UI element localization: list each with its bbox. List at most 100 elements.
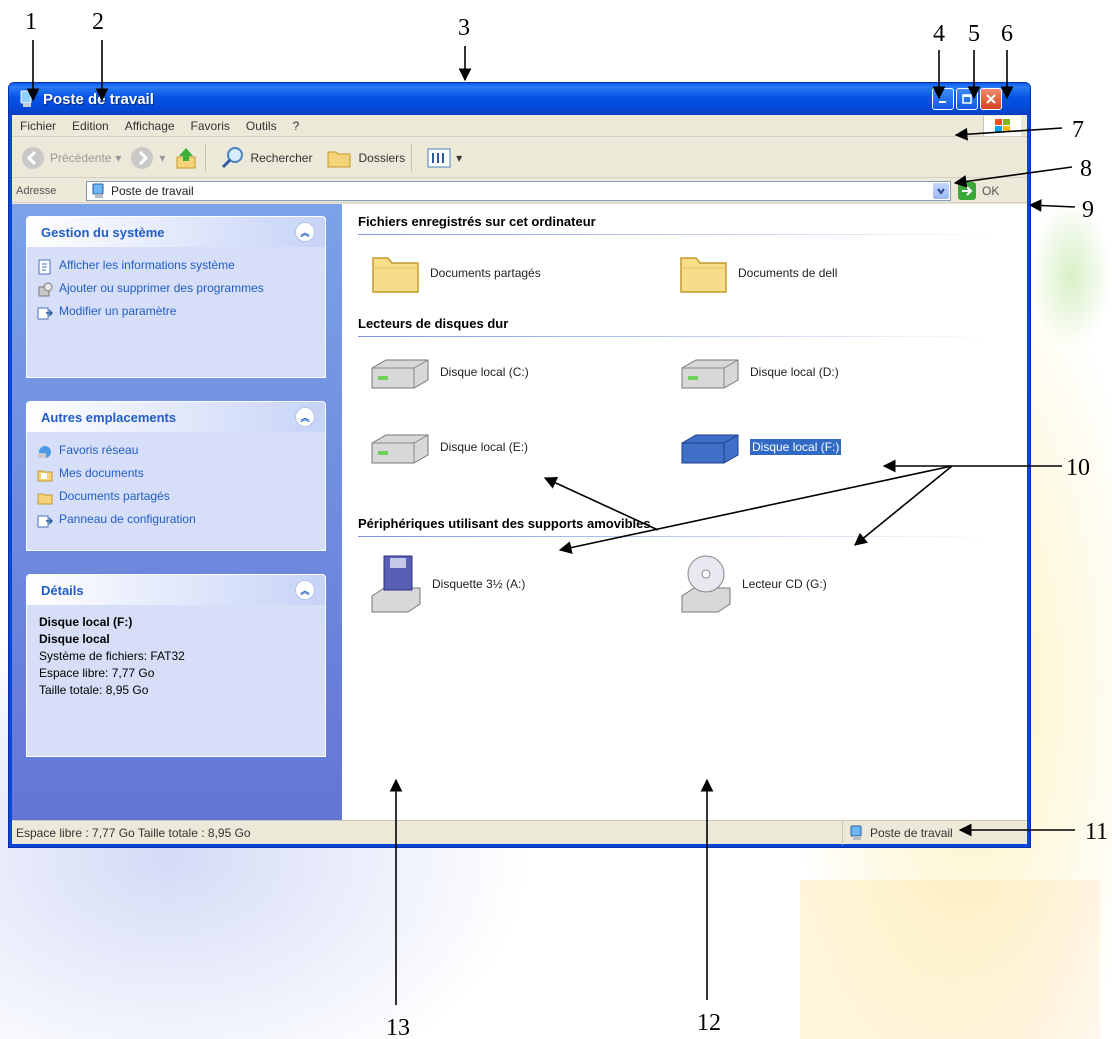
computer-icon bbox=[92, 183, 104, 198]
item-drive-e-label: Disque local (E:) bbox=[440, 440, 529, 454]
address-dropdown-button[interactable] bbox=[933, 183, 949, 199]
up-folder-button[interactable] bbox=[173, 145, 199, 171]
details-filesystem: Système de fichiers: FAT32 bbox=[39, 649, 185, 663]
item-drive-e[interactable]: Disque local (E:) bbox=[368, 429, 528, 465]
collapse-icon[interactable]: ︽ bbox=[295, 407, 315, 427]
hard-drive-icon bbox=[681, 359, 739, 389]
annotation-11: 11 bbox=[1085, 819, 1109, 845]
floppy-drive-icon bbox=[371, 555, 421, 613]
collapse-icon[interactable]: ︽ bbox=[295, 222, 315, 242]
item-shared-documents-label: Documents partagés bbox=[430, 266, 541, 280]
window-body: Fichier Edition Affichage Favoris Outils… bbox=[12, 115, 1027, 845]
window-title: Poste de travail bbox=[43, 90, 154, 108]
details-panel: Détails ︽ Disque local (F:) Disque local… bbox=[26, 574, 326, 757]
annotation-3: 3 bbox=[458, 15, 470, 41]
standard-toolbar: Précédente ▾ ▾ Rechercher Dossiers ▾ bbox=[12, 138, 1027, 178]
other-places-header[interactable]: Autres emplacements ︽ bbox=[27, 402, 325, 432]
annotation-4: 4 bbox=[933, 21, 945, 47]
annotation-2: 2 bbox=[92, 9, 104, 35]
task-add-remove[interactable]: Ajouter ou supprimer des programmes bbox=[27, 278, 325, 301]
item-drive-d-label: Disque local (D:) bbox=[750, 365, 839, 379]
hard-drive-icon bbox=[371, 359, 429, 389]
item-drive-c[interactable]: Disque local (C:) bbox=[368, 354, 529, 390]
views-dropdown-icon[interactable]: ▾ bbox=[456, 151, 462, 165]
folder-icon bbox=[680, 257, 727, 293]
folders-button[interactable]: Dossiers bbox=[326, 146, 405, 170]
group-divider bbox=[358, 536, 998, 537]
annotation-6: 6 bbox=[1001, 21, 1013, 47]
task-pane: Gestion du système ︽ Afficher les inform… bbox=[12, 204, 342, 822]
watermark-green bbox=[1030, 200, 1112, 350]
item-drive-f[interactable]: Disque local (F:) bbox=[678, 429, 842, 465]
toolbar-separator bbox=[411, 143, 413, 172]
system-tasks-title: Gestion du système bbox=[41, 224, 165, 240]
details-header[interactable]: Détails ︽ bbox=[27, 575, 325, 605]
chevron-down-icon bbox=[937, 188, 945, 195]
back-dropdown-icon[interactable]: ▾ bbox=[115, 151, 121, 165]
details-free-space: Espace libre: 7,77 Go bbox=[39, 666, 155, 680]
search-label: Rechercher bbox=[250, 150, 313, 165]
item-drive-c-label: Disque local (C:) bbox=[440, 365, 529, 379]
close-button[interactable] bbox=[980, 88, 1002, 110]
address-field[interactable]: Poste de travail bbox=[86, 181, 951, 201]
place-shared-documents[interactable]: Documents partagés bbox=[27, 486, 325, 509]
menu-edition[interactable]: Edition bbox=[64, 119, 117, 133]
menu-outils[interactable]: Outils bbox=[238, 119, 285, 133]
annotation-7: 7 bbox=[1072, 117, 1084, 143]
search-button[interactable]: Rechercher bbox=[220, 145, 312, 171]
windows-flag-icon bbox=[994, 119, 1010, 132]
place-network-label: Favoris réseau bbox=[59, 443, 139, 457]
item-drive-d[interactable]: Disque local (D:) bbox=[678, 354, 839, 390]
hard-drive-icon bbox=[681, 434, 739, 464]
address-label: Adresse bbox=[16, 184, 57, 197]
forward-dropdown-icon[interactable]: ▾ bbox=[159, 151, 165, 165]
task-system-info-label: Afficher les informations système bbox=[59, 258, 235, 272]
back-button[interactable]: Précédente ▾ bbox=[20, 145, 121, 171]
title-bar[interactable]: Poste de travail bbox=[9, 83, 1030, 115]
folder-icon bbox=[37, 493, 53, 505]
item-floppy[interactable]: Disquette 3½ (A:) bbox=[368, 552, 525, 616]
other-places-panel: Autres emplacements ︽ Favoris réseau Mes… bbox=[26, 401, 326, 551]
back-arrow-icon bbox=[22, 146, 44, 169]
place-shared-documents-label: Documents partagés bbox=[59, 489, 170, 503]
task-system-info[interactable]: Afficher les informations système bbox=[27, 255, 325, 278]
annotation-5: 5 bbox=[968, 21, 980, 47]
views-button[interactable]: ▾ bbox=[426, 146, 462, 170]
address-value: Poste de travail bbox=[111, 184, 194, 198]
place-my-documents[interactable]: Mes documents bbox=[27, 463, 325, 486]
control-panel-icon bbox=[37, 307, 53, 320]
my-documents-icon bbox=[37, 470, 53, 482]
status-left-text: Espace libre : 7,77 Go Taille totale : 8… bbox=[16, 825, 251, 840]
search-icon bbox=[222, 146, 244, 168]
minimize-button[interactable] bbox=[932, 88, 954, 110]
item-cd[interactable]: Lecteur CD (G:) bbox=[678, 552, 827, 616]
menu-affichage[interactable]: Affichage bbox=[117, 119, 183, 133]
place-network[interactable]: Favoris réseau bbox=[27, 440, 325, 463]
item-shared-documents[interactable]: Documents partagés bbox=[370, 250, 541, 296]
group-divider bbox=[358, 336, 998, 337]
item-drive-f-label: Disque local (F:) bbox=[750, 439, 842, 455]
back-label: Précédente bbox=[50, 150, 112, 165]
maximize-button[interactable] bbox=[956, 88, 978, 110]
menu-help[interactable]: ? bbox=[285, 119, 308, 133]
place-my-documents-label: Mes documents bbox=[59, 466, 144, 480]
menu-favoris[interactable]: Favoris bbox=[183, 119, 238, 133]
item-user-documents-label: Documents de dell bbox=[738, 266, 838, 280]
arrow-9 bbox=[1028, 199, 1076, 212]
windows-logo bbox=[983, 116, 1021, 136]
menu-fichier[interactable]: Fichier bbox=[12, 119, 64, 133]
folders-icon bbox=[327, 151, 351, 167]
system-tasks-header[interactable]: Gestion du système ︽ bbox=[27, 217, 325, 247]
place-control-panel[interactable]: Panneau de configuration bbox=[27, 509, 325, 532]
control-panel-icon bbox=[37, 515, 53, 528]
go-button[interactable]: OK bbox=[957, 181, 999, 201]
task-modify-setting[interactable]: Modifier un paramètre bbox=[27, 301, 325, 324]
forward-button[interactable]: ▾ bbox=[129, 145, 165, 171]
status-location: Poste de travail bbox=[842, 821, 953, 845]
collapse-icon[interactable]: ︽ bbox=[295, 580, 315, 600]
menu-bar: Fichier Edition Affichage Favoris Outils… bbox=[12, 115, 1027, 137]
address-bar: Adresse Poste de travail OK bbox=[12, 179, 1027, 203]
computer-icon bbox=[20, 90, 32, 107]
item-user-documents[interactable]: Documents de dell bbox=[678, 250, 837, 296]
toolbar-separator bbox=[205, 143, 207, 172]
